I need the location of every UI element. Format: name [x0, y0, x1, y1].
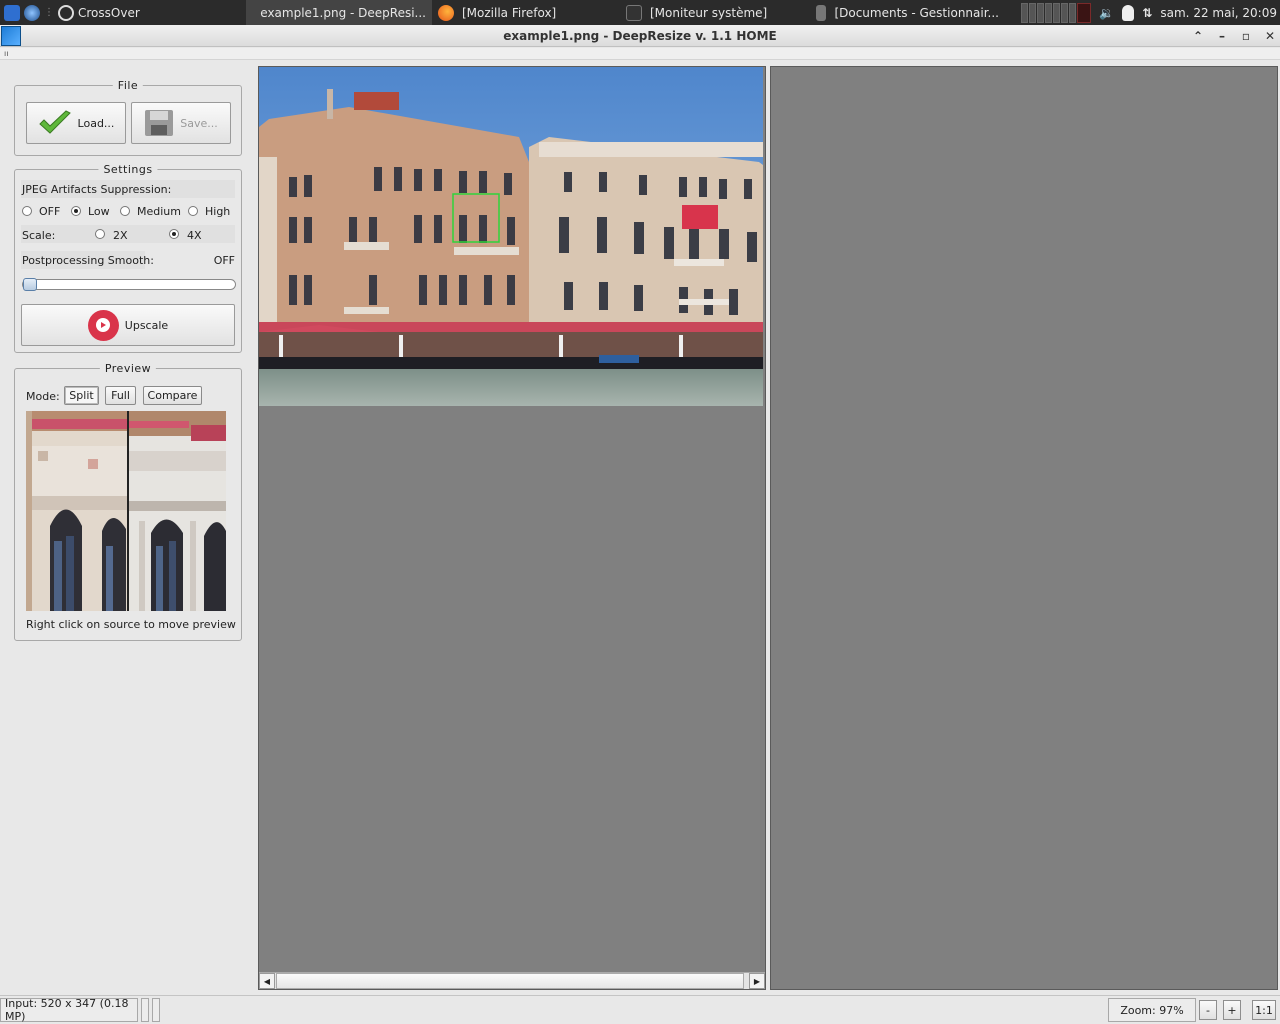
monitor-icon	[626, 4, 642, 21]
jpeg-off-label[interactable]: OFF	[39, 205, 60, 218]
lightbulb-icon[interactable]	[1122, 4, 1135, 21]
jpeg-medium-radio[interactable]	[120, 206, 130, 216]
scroll-right-arrow-icon[interactable]: ▶	[749, 973, 765, 989]
mode-full-button[interactable]: Full	[105, 386, 136, 405]
scale-2x-label[interactable]: 2X	[113, 229, 128, 242]
source-image[interactable]	[259, 67, 763, 406]
mode-compare-button[interactable]: Compare	[143, 386, 202, 405]
smooth-value: OFF	[213, 254, 235, 267]
scale-4x-label[interactable]: 4X	[187, 229, 202, 242]
task-label: [Mozilla Firefox]	[462, 5, 557, 20]
load-label: Load...	[77, 116, 115, 130]
task-firefox[interactable]: [Mozilla Firefox]	[432, 0, 612, 25]
mode-full-label: Full	[111, 389, 130, 402]
floppy-disk-icon	[145, 110, 174, 136]
file-group-title: File	[112, 79, 144, 92]
close-icon[interactable]: ✕	[1264, 29, 1276, 43]
preview-group-title: Preview	[99, 362, 157, 375]
task-deepresize[interactable]: example1.png - DeepResi...	[246, 0, 432, 25]
mode-split-button[interactable]: Split	[64, 386, 99, 405]
maximize-icon[interactable]: ▫	[1240, 29, 1252, 43]
scale-2x-radio[interactable]	[95, 229, 105, 239]
file-group: File Load... Save...	[14, 79, 242, 156]
scrollbar-thumb[interactable]	[276, 973, 744, 989]
task-label: [Moniteur système]	[650, 5, 768, 20]
zoom-in-label: +	[1227, 1003, 1237, 1017]
task-system-monitor[interactable]: [Moniteur système]	[620, 0, 810, 25]
scroll-left-arrow-icon[interactable]: ◀	[259, 973, 275, 989]
jpeg-medium-label[interactable]: Medium	[137, 205, 181, 218]
task-label: [Documents - Gestionnair...	[834, 5, 999, 20]
minimize-icon[interactable]: –	[1216, 29, 1228, 43]
launcher-area: ⋮ CrossOver	[0, 0, 140, 25]
jpeg-high-radio[interactable]	[188, 206, 198, 216]
preview-image[interactable]	[26, 411, 226, 611]
play-icon	[87, 309, 119, 341]
smooth-label: Postprocessing Smooth:	[22, 254, 154, 267]
zoom-reset-button[interactable]: 1:1	[1252, 1000, 1276, 1020]
zoom-reset-label: 1:1	[1255, 1003, 1273, 1017]
input-info: Input: 520 x 347 (0.18 MP)	[0, 997, 138, 1023]
separator-icon: ⋮	[44, 7, 54, 18]
app-icon[interactable]	[1, 26, 21, 46]
upscale-label: Upscale	[124, 318, 169, 332]
jpeg-label: JPEG Artifacts Suppression:	[22, 183, 172, 196]
upscale-button[interactable]: Upscale	[21, 304, 235, 346]
horizontal-scrollbar[interactable]: ◀ ▶	[259, 972, 765, 989]
settings-group-title: Settings	[98, 163, 158, 176]
jpeg-off-radio[interactable]	[22, 206, 32, 216]
crossover-launcher[interactable]: CrossOver	[78, 6, 140, 20]
scale-4x-radio[interactable]	[169, 229, 179, 239]
network-icon[interactable]: ⇅	[1142, 6, 1152, 20]
cpu-graph	[1021, 2, 1092, 23]
input-info-text: Input: 520 x 347 (0.18 MP)	[5, 997, 129, 1023]
menu-icon[interactable]	[4, 4, 20, 21]
checkmark-icon	[38, 110, 71, 134]
menu-strip[interactable]: ıı	[0, 48, 1280, 60]
statusbar: Input: 520 x 347 (0.18 MP) Zoom: 97% - +…	[0, 995, 1280, 1024]
zoom-text: Zoom: 97%	[1120, 1003, 1184, 1017]
crossover-icon[interactable]	[58, 4, 74, 21]
scale-label: Scale:	[22, 229, 56, 242]
system-tray: 🔉 ⇅ sam. 22 mai, 20:09	[1021, 0, 1280, 25]
taskbar: ⋮ CrossOver example1.png - DeepResi... […	[0, 0, 1280, 25]
preview-group: Preview Mode: Split Full Compare Right c…	[14, 362, 242, 641]
window-controls: ⌃ – ▫ ✕	[1192, 25, 1276, 47]
status-separator	[141, 998, 149, 1022]
control-panel: File Load... Save... Settings JPEG Artif…	[0, 60, 250, 994]
jpeg-low-label[interactable]: Low	[88, 205, 110, 218]
task-label: example1.png - DeepResi...	[260, 5, 426, 20]
mode-split-label: Split	[69, 389, 94, 402]
slider-thumb[interactable]	[23, 278, 37, 291]
result-image-pane[interactable]	[770, 66, 1278, 990]
window-titlebar[interactable]: example1.png - DeepResize v. 1.1 HOME ⌃ …	[0, 25, 1280, 47]
mode-compare-label: Compare	[147, 389, 198, 402]
zoom-display: Zoom: 97%	[1108, 998, 1196, 1022]
smooth-slider[interactable]	[22, 278, 236, 291]
settings-group: Settings JPEG Artifacts Suppression: OFF…	[14, 163, 242, 353]
shade-icon[interactable]: ⌃	[1192, 29, 1204, 43]
firefox-icon	[438, 4, 454, 21]
clock[interactable]: sam. 22 mai, 20:09	[1160, 6, 1277, 20]
status-separator	[152, 998, 160, 1022]
load-button[interactable]: Load...	[26, 102, 126, 144]
source-image-pane[interactable]: ◀ ▶	[258, 66, 766, 990]
browser-launcher-icon[interactable]	[24, 4, 40, 21]
save-button[interactable]: Save...	[131, 102, 231, 144]
jpeg-low-radio[interactable]	[71, 206, 81, 216]
zoom-out-label: -	[1206, 1003, 1210, 1017]
save-label: Save...	[180, 116, 218, 130]
zoom-out-button[interactable]: -	[1199, 1000, 1217, 1020]
zoom-in-button[interactable]: +	[1223, 1000, 1241, 1020]
menu-glyph: ıı	[4, 49, 9, 58]
preview-hint: Right click on source to move preview	[26, 618, 236, 631]
mode-label: Mode:	[26, 390, 60, 403]
task-file-manager[interactable]: [Documents - Gestionnair...	[810, 0, 1005, 25]
document-icon	[816, 4, 827, 21]
jpeg-high-label[interactable]: High	[205, 205, 230, 218]
volume-icon[interactable]: 🔉	[1099, 6, 1114, 20]
window-title: example1.png - DeepResize v. 1.1 HOME	[503, 28, 777, 43]
